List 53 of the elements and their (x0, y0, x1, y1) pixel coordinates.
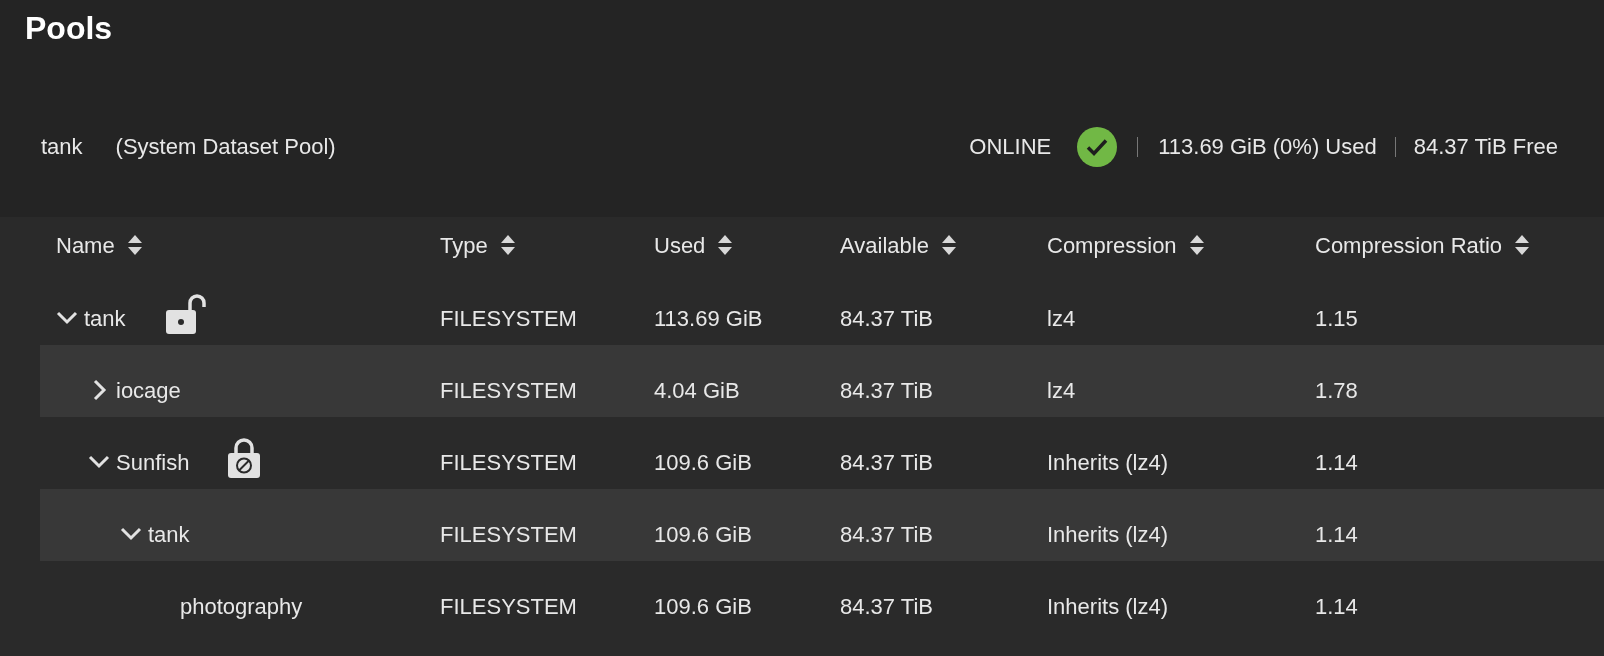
available-cell-text: 84.37 TiB (840, 304, 934, 333)
pool-used: 113.69 GiB (0%) Used (1158, 133, 1377, 161)
compression-cell-text: Inherits (lz4) (1047, 520, 1170, 549)
column-header[interactable]: Compression Ratio (1315, 228, 1503, 262)
compression-cell-text: lz4 (1047, 376, 1077, 405)
column-header[interactable]: Type (440, 228, 488, 262)
type-cell-text: FILESYSTEM (440, 304, 578, 333)
sort-icon[interactable] (1514, 234, 1531, 256)
column-header[interactable]: Used (654, 228, 706, 262)
column-header[interactable]: Available (840, 228, 929, 262)
pool-free: 84.37 TiB Free (1413, 133, 1558, 161)
ratio-cell-text: 1.14 (1315, 448, 1359, 477)
type-cell-text: FILESYSTEM (440, 592, 578, 621)
available-cell-text: 84.37 TiB (840, 376, 934, 405)
padlock-blocked-icon[interactable] (227, 437, 262, 479)
sort-icon[interactable] (1188, 234, 1205, 256)
available-cell-text: 84.37 TiB (840, 448, 934, 477)
used-cell-text: 4.04 GiB (654, 376, 741, 405)
open-padlock-icon[interactable] (163, 292, 208, 336)
pool-name: tank (41, 133, 83, 161)
compression-cell-text: Inherits (lz4) (1047, 592, 1170, 621)
type-cell-text: FILESYSTEM (440, 376, 578, 405)
used-cell-text: 109.6 GiB (654, 448, 753, 477)
dataset-name: tank (148, 520, 190, 549)
type-cell-text: FILESYSTEM (440, 448, 578, 477)
available-cell-text: 84.37 TiB (840, 592, 934, 621)
sort-icon[interactable] (940, 234, 957, 256)
sort-icon[interactable] (126, 234, 143, 256)
page-title: Pools (25, 9, 113, 48)
used-cell-text: 109.6 GiB (654, 592, 753, 621)
dataset-name: tank (84, 304, 126, 333)
dataset-name: Sunfish (116, 448, 190, 477)
used-cell-text: 109.6 GiB (654, 520, 753, 549)
used-cell-text: 113.69 GiB (654, 304, 764, 333)
type-cell-text: FILESYSTEM (440, 520, 578, 549)
column-header[interactable]: Name (56, 228, 115, 262)
chevron-down-icon[interactable] (88, 455, 110, 469)
compression-cell-text: lz4 (1047, 304, 1077, 333)
dataset-name: iocage (116, 376, 181, 405)
ratio-cell-text: 1.78 (1315, 376, 1359, 405)
ratio-cell-text: 1.14 (1315, 592, 1359, 621)
sort-icon[interactable] (499, 234, 516, 256)
available-cell-text: 84.37 TiB (840, 520, 934, 549)
pool-status: ONLINE (969, 133, 1052, 161)
sort-icon[interactable] (717, 234, 734, 256)
column-header[interactable]: Compression (1047, 228, 1177, 262)
pool-note: (System Dataset Pool) (115, 133, 336, 161)
dataset-name: photography (180, 592, 303, 621)
ratio-cell-text: 1.14 (1315, 520, 1359, 549)
chevron-down-icon[interactable] (120, 527, 142, 541)
ratio-cell-text: 1.15 (1315, 304, 1359, 333)
chevron-down-icon[interactable] (56, 311, 78, 325)
compression-cell-text: Inherits (lz4) (1047, 448, 1170, 477)
